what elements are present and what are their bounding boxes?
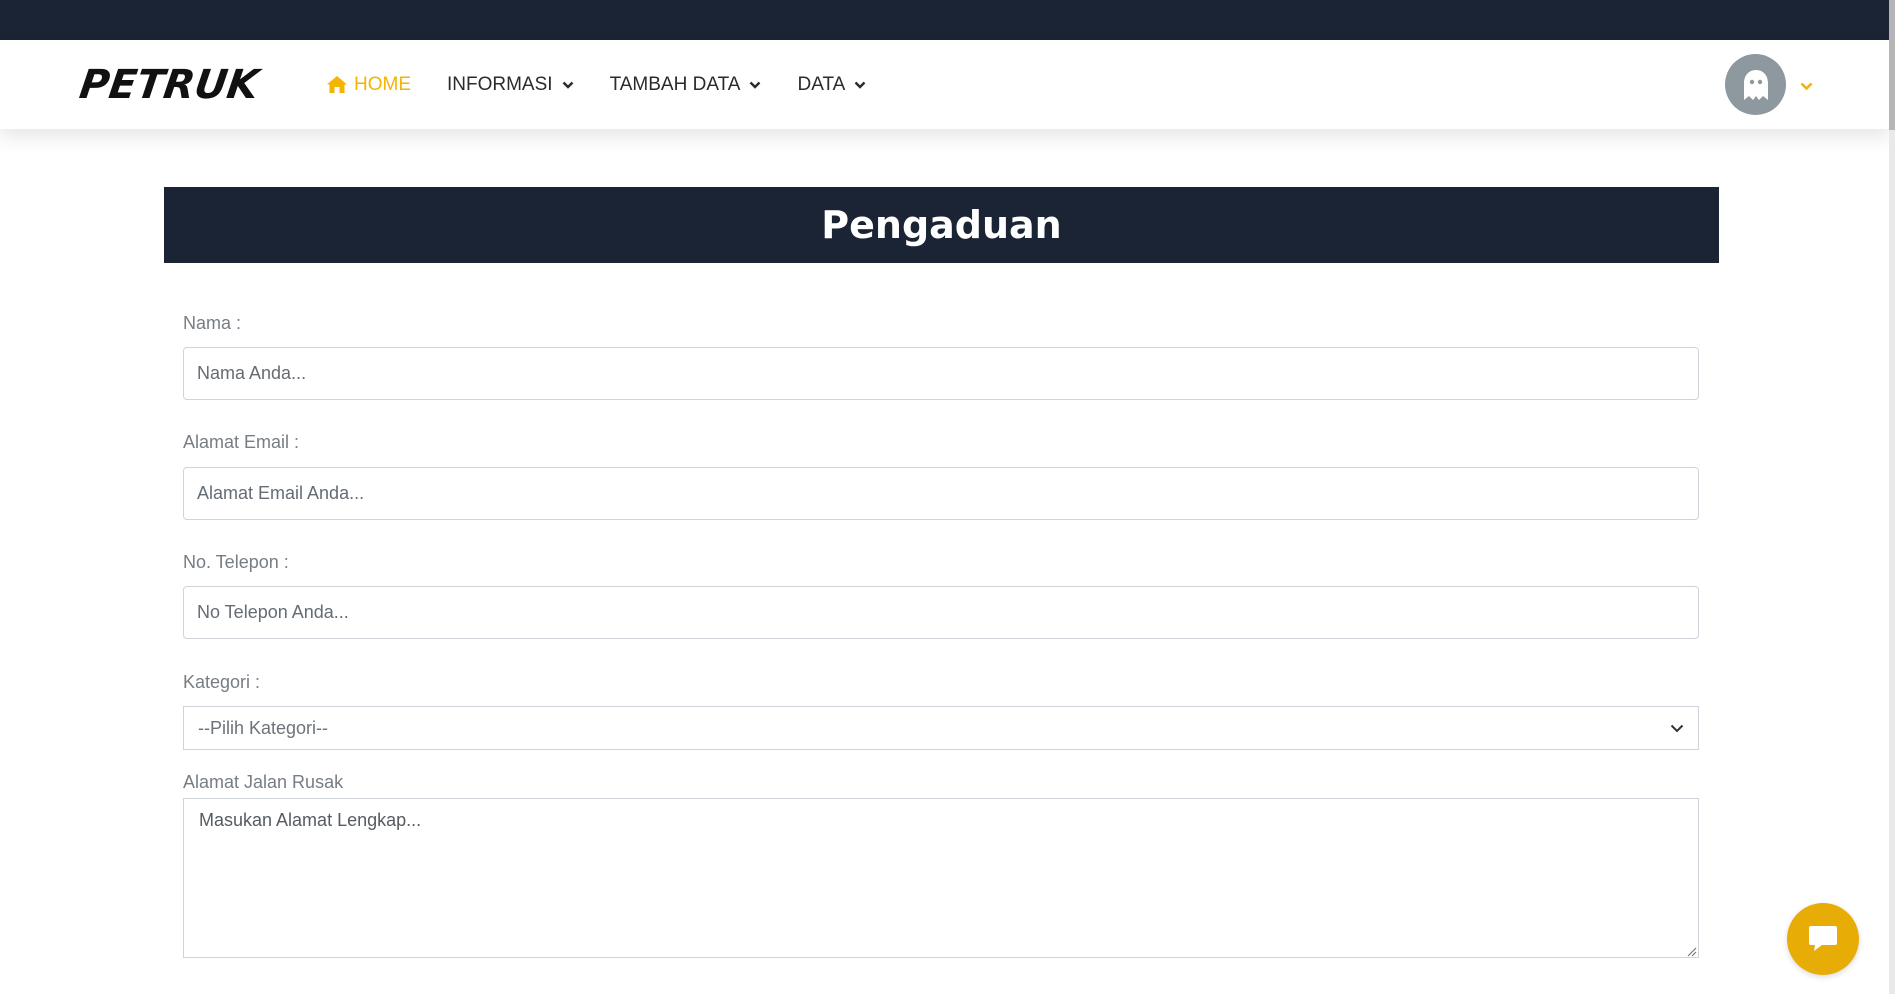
nav-item-tambah-data[interactable]: TAMBAH DATA xyxy=(610,74,762,96)
user-menu-chevron-icon[interactable] xyxy=(1800,78,1813,96)
resize-grip-icon[interactable] xyxy=(1685,944,1697,962)
brand-logo[interactable]: PETRUK xyxy=(77,62,262,108)
kategori-label: Kategori : xyxy=(183,672,261,692)
chat-button[interactable] xyxy=(1787,903,1859,975)
chevron-down-icon xyxy=(1670,724,1684,732)
nav-item-home-label: HOME xyxy=(354,73,411,95)
kategori-select[interactable]: --Pilih Kategori-- xyxy=(183,706,1699,750)
home-icon xyxy=(326,75,348,94)
chat-icon xyxy=(1809,926,1837,951)
form-header: Pengaduan xyxy=(164,187,1719,263)
chevron-down-icon xyxy=(854,81,866,89)
user-avatar[interactable] xyxy=(1725,54,1786,115)
nav-item-informasi-label: INFORMASI xyxy=(447,73,553,95)
navbar: PETRUK HOME INFORMASI TAMBAH DATA DATA xyxy=(0,40,1890,129)
nav-item-data-label: DATA xyxy=(797,73,846,95)
kategori-selected-value: --Pilih Kategori-- xyxy=(198,717,329,738)
nav-item-data[interactable]: DATA xyxy=(797,74,866,96)
scrollbar[interactable] xyxy=(1889,0,1895,994)
chevron-down-icon xyxy=(562,81,574,89)
alamat-label: Alamat Jalan Rusak xyxy=(183,772,344,792)
next-field-label-partial xyxy=(183,986,188,994)
chevron-down-icon xyxy=(749,81,761,89)
page: PETRUK HOME INFORMASI TAMBAH DATA DATA P… xyxy=(0,0,1895,994)
email-label: Alamat Email : xyxy=(183,432,300,452)
page-title: Pengaduan xyxy=(821,203,1062,247)
nav-item-tambah-data-label: TAMBAH DATA xyxy=(609,73,741,95)
alamat-textarea[interactable] xyxy=(183,798,1699,958)
telepon-label: No. Telepon : xyxy=(183,552,289,572)
nav-item-home[interactable]: HOME xyxy=(326,74,411,96)
nav-item-informasi[interactable]: INFORMASI xyxy=(447,74,574,96)
scrollbar-thumb[interactable] xyxy=(1889,0,1895,130)
top-strip xyxy=(0,0,1895,40)
nama-input[interactable] xyxy=(183,347,1699,400)
telepon-input[interactable] xyxy=(183,586,1699,639)
ghost-icon xyxy=(1743,69,1768,100)
main-nav: HOME INFORMASI TAMBAH DATA DATA xyxy=(326,40,902,129)
email-input[interactable] xyxy=(183,467,1699,520)
nama-label: Nama : xyxy=(183,313,242,333)
